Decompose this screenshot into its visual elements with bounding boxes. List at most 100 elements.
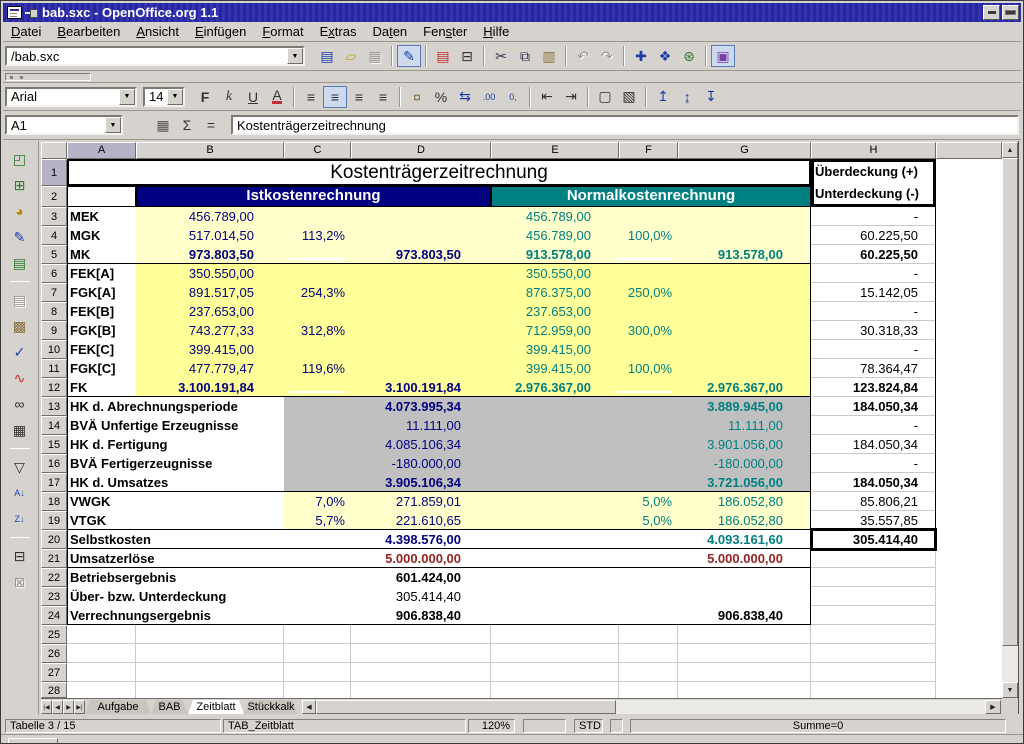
row-header-17[interactable]: 17 (41, 473, 67, 492)
row-header-23[interactable]: 23 (41, 587, 67, 606)
row-header-2[interactable]: 2 (41, 186, 67, 207)
row-header-24[interactable]: 24 (41, 606, 67, 625)
center-vertically-button[interactable]: ↨ (675, 86, 699, 108)
gallery-button[interactable]: ▣ (711, 45, 735, 67)
cell-F11[interactable]: 100,0% (619, 359, 678, 378)
form-controls-button[interactable]: ▤ (7, 251, 33, 275)
url-dropdown-button[interactable]: ▼ (287, 48, 303, 64)
insert-cells-button[interactable]: ⊞ (7, 173, 33, 197)
format-standard-button[interactable]: ⇆ (453, 86, 477, 108)
cell-E9[interactable]: 712.959,00 (491, 321, 619, 340)
scroll-down-button[interactable]: ▼ (1002, 682, 1018, 698)
cell-G24[interactable]: 906.838,40 (678, 606, 811, 625)
cell-D18[interactable]: 271.859,01 (351, 492, 491, 511)
cell-D5[interactable]: 973.803,50 (351, 245, 491, 264)
sheet-tab-zeitblatt[interactable]: Zeitblatt (188, 700, 244, 714)
status-sum[interactable]: Summe=0 (630, 719, 1006, 733)
align-left-button[interactable]: ≡ (299, 86, 323, 108)
autoformat-button[interactable]: ▩ (7, 314, 33, 338)
sort-descending-button[interactable]: Z↓ (7, 507, 33, 531)
cell-C7[interactable]: 254,3% (284, 283, 351, 302)
delete-decimal-button[interactable]: 0, (501, 86, 525, 108)
cell-E10[interactable]: 399.415,00 (491, 340, 619, 359)
url-field[interactable]: /bab.sxc (11, 49, 285, 64)
cell-H17[interactable]: 184.050,34 (811, 473, 936, 492)
align-bottom-button[interactable]: ↧ (699, 86, 723, 108)
cell-A9[interactable]: FGK[B] (67, 321, 116, 340)
cell-A4[interactable]: MGK (67, 226, 100, 245)
cell-H3[interactable]: - (811, 207, 936, 226)
column-header-B[interactable]: B (136, 142, 284, 159)
menu-hilfe[interactable]: Hilfe (475, 22, 517, 41)
cell-G18[interactable]: 186.052,80 (678, 492, 811, 511)
overhead-header-cell[interactable]: Überdeckung (+)Unterdeckung (-) (811, 159, 936, 207)
navigator-button[interactable]: ✚ (629, 45, 653, 67)
menu-ansicht[interactable]: Ansicht (128, 22, 187, 41)
cell-A10[interactable]: FEK[C] (67, 340, 114, 359)
font-name-combobox[interactable]: Arial ▼ (5, 87, 137, 107)
resize-grip[interactable] (8, 738, 58, 744)
row-header-18[interactable]: 18 (41, 492, 67, 511)
background-color-button[interactable]: ▧ (617, 86, 641, 108)
cell-E12[interactable]: 2.976.367,00 (491, 378, 619, 397)
cell-H8[interactable]: - (811, 302, 936, 321)
cell-G12[interactable]: 2.976.367,00 (678, 378, 811, 397)
cell-A15[interactable]: HK d. Fertigung (67, 435, 168, 454)
cell-G15[interactable]: 3.901.056,00 (678, 435, 811, 454)
cell-B10[interactable]: 399.415,00 (136, 340, 284, 359)
sheet-tab-aufgabe[interactable]: Aufgabe (85, 700, 151, 714)
cell-D16[interactable]: -180.000,00 (351, 454, 491, 473)
cell-G19[interactable]: 186.052,80 (678, 511, 811, 530)
cell-H19[interactable]: 35.557,85 (811, 511, 936, 530)
menu-extras[interactable]: Extras (312, 22, 365, 41)
first-sheet-button[interactable]: |◀ (41, 700, 52, 714)
spellcheck-button[interactable]: ✓ (7, 340, 33, 364)
row-header-26[interactable]: 26 (41, 644, 67, 663)
cell-C11[interactable]: 119,6% (284, 359, 351, 378)
column-header-F[interactable]: F (619, 142, 678, 159)
url-combobox[interactable]: /bab.sxc ▼ (5, 46, 305, 66)
cell-A3[interactable]: MEK (67, 207, 99, 226)
cell-A11[interactable]: FGK[C] (67, 359, 116, 378)
export-pdf-button[interactable]: ▤ (431, 45, 455, 67)
cell-E5[interactable]: 913.578,00 (491, 245, 619, 264)
new-document-button[interactable]: ▤ (315, 45, 339, 67)
cell-H7[interactable]: 15.142,05 (811, 283, 936, 302)
hscroll-left-button[interactable]: ◀ (302, 700, 316, 714)
column-header-D[interactable]: D (351, 142, 491, 159)
row-header-11[interactable]: 11 (41, 359, 67, 378)
cell-A20[interactable]: Selbstkosten (67, 530, 151, 549)
vertical-scrollbar-thumb[interactable] (1002, 158, 1018, 646)
cell-D20[interactable]: 4.398.576,00 (351, 530, 491, 549)
corner-header[interactable] (41, 142, 67, 159)
title-cell[interactable]: Kostenträgerzeitrechnung (67, 159, 811, 186)
hscroll-right-button[interactable]: ▶ (985, 700, 1001, 714)
input-line[interactable]: Kostenträgerzeitrechnung (231, 115, 1019, 135)
row-header-8[interactable]: 8 (41, 302, 67, 321)
row-header-1[interactable]: 1 (41, 159, 67, 186)
function-button[interactable]: = (199, 114, 223, 136)
cell-A12[interactable]: FK (67, 378, 87, 397)
insert-object-button[interactable]: ◕ (7, 199, 33, 223)
cell-A13[interactable]: HK d. Abrechnungsperiode (67, 397, 238, 416)
cell-G20[interactable]: 4.093.161,60 (678, 530, 811, 549)
font-size-field[interactable]: 14 (149, 89, 165, 104)
edit-file-button[interactable]: ✎ (397, 45, 421, 67)
cell-E4[interactable]: 456.789,00 (491, 226, 619, 245)
cell-G14[interactable]: 11.111,00 (678, 416, 811, 435)
cell-C4[interactable]: 113,2% (284, 226, 351, 245)
menu-einfgen[interactable]: Einfügen (187, 22, 254, 41)
cell-A5[interactable]: MK (67, 245, 90, 264)
borders-button[interactable]: ▢ (593, 86, 617, 108)
row-header-14[interactable]: 14 (41, 416, 67, 435)
menu-daten[interactable]: Daten (364, 22, 415, 41)
row-header-4[interactable]: 4 (41, 226, 67, 245)
copy-button[interactable]: ⧉ (513, 45, 537, 67)
cell-H9[interactable]: 30.318,33 (811, 321, 936, 340)
sheet-tab-bab[interactable]: BAB (151, 700, 188, 714)
row-header-3[interactable]: 3 (41, 207, 67, 226)
cell-A16[interactable]: BVÄ Fertigerzeugnisse (67, 454, 212, 473)
cell-F19[interactable]: 5,0% (619, 511, 678, 530)
cell-B11[interactable]: 477.779,47 (136, 359, 284, 378)
underline-button[interactable]: U (241, 86, 265, 108)
